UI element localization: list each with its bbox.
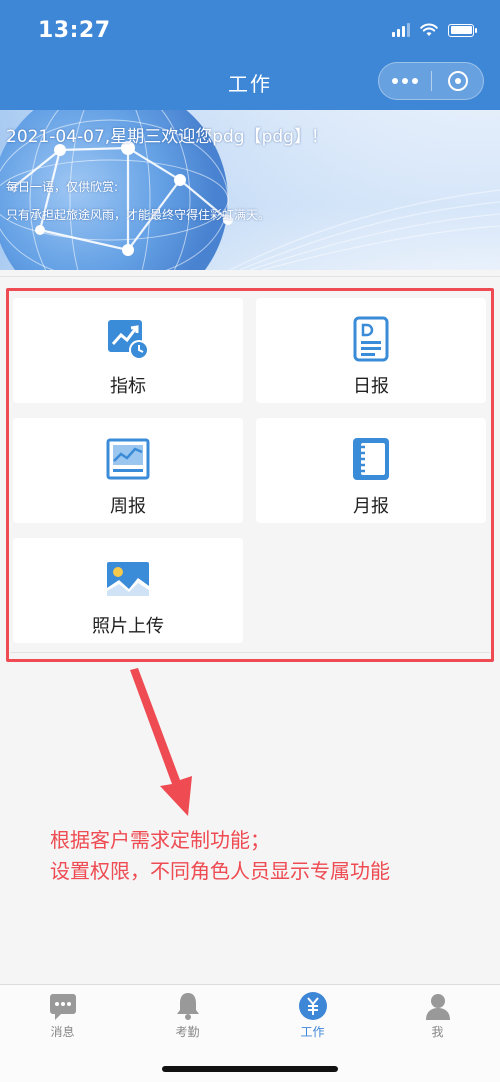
tab-label: 消息 bbox=[50, 1025, 75, 1039]
tab-attendance[interactable]: 考勤 bbox=[125, 985, 250, 1045]
signal-icon bbox=[392, 23, 410, 37]
tab-me[interactable]: 我 bbox=[375, 985, 500, 1045]
mini-program-capsule bbox=[378, 62, 484, 100]
annotation-text: 根据客户需求定制功能； bbox=[50, 828, 270, 852]
target-close-icon bbox=[447, 71, 468, 91]
notebook-icon bbox=[353, 438, 389, 480]
divider bbox=[10, 652, 490, 653]
more-dots-icon[interactable] bbox=[379, 63, 431, 99]
tab-messages[interactable]: 消息 bbox=[0, 985, 125, 1045]
daily-quote-text: 只有承担起旅途风雨，才能最终守得住彩虹满天。 bbox=[6, 208, 271, 222]
divider bbox=[0, 276, 500, 277]
tab-work[interactable]: 工作 bbox=[250, 985, 375, 1045]
status-icons bbox=[392, 22, 477, 38]
tile-photo-upload[interactable]: 照片上传 bbox=[13, 538, 243, 643]
work-yuan-icon bbox=[298, 992, 327, 1020]
tile-monthly-report[interactable]: 月报 bbox=[256, 418, 486, 523]
chart-clock-icon bbox=[108, 320, 149, 360]
weekly-chart-icon bbox=[106, 438, 150, 480]
annotation-arrow-icon bbox=[130, 668, 192, 816]
user-icon bbox=[425, 994, 450, 1020]
daily-quote-title: 每日一语，仅供欣赏: bbox=[6, 180, 119, 194]
wifi-icon bbox=[420, 23, 438, 36]
tile-daily-report[interactable]: 日报 bbox=[256, 298, 486, 403]
tab-label: 工作 bbox=[300, 1025, 325, 1039]
welcome-banner: 2021-04-07,星期三欢迎您pdg【pdg】！ 每日一语，仅供欣赏: 只有… bbox=[0, 110, 500, 270]
photo-icon bbox=[107, 562, 149, 596]
message-icon bbox=[49, 994, 76, 1020]
daily-report-icon bbox=[353, 316, 389, 362]
bell-icon bbox=[176, 993, 199, 1020]
tab-label: 我 bbox=[431, 1025, 444, 1039]
status-time: 13:27 bbox=[38, 18, 111, 43]
tab-label: 考勤 bbox=[175, 1025, 200, 1039]
top-bar: 13:27 工作 bbox=[0, 0, 500, 110]
annotation-text: 设置权限，不同角色人员显示专属功能 bbox=[50, 859, 390, 883]
greeting-text: 2021-04-07,星期三欢迎您pdg【pdg】！ bbox=[6, 127, 328, 147]
close-button[interactable] bbox=[432, 71, 483, 91]
tile-indicators[interactable]: 指标 bbox=[13, 298, 243, 403]
battery-icon bbox=[448, 23, 477, 37]
tile-label: 日报 bbox=[353, 376, 389, 397]
tile-label: 周报 bbox=[110, 496, 146, 517]
tile-weekly-report[interactable]: 周报 bbox=[13, 418, 243, 523]
tile-label: 月报 bbox=[353, 496, 389, 517]
tile-label: 指标 bbox=[110, 376, 146, 397]
tile-label: 照片上传 bbox=[92, 616, 164, 637]
home-indicator[interactable] bbox=[162, 1066, 338, 1072]
